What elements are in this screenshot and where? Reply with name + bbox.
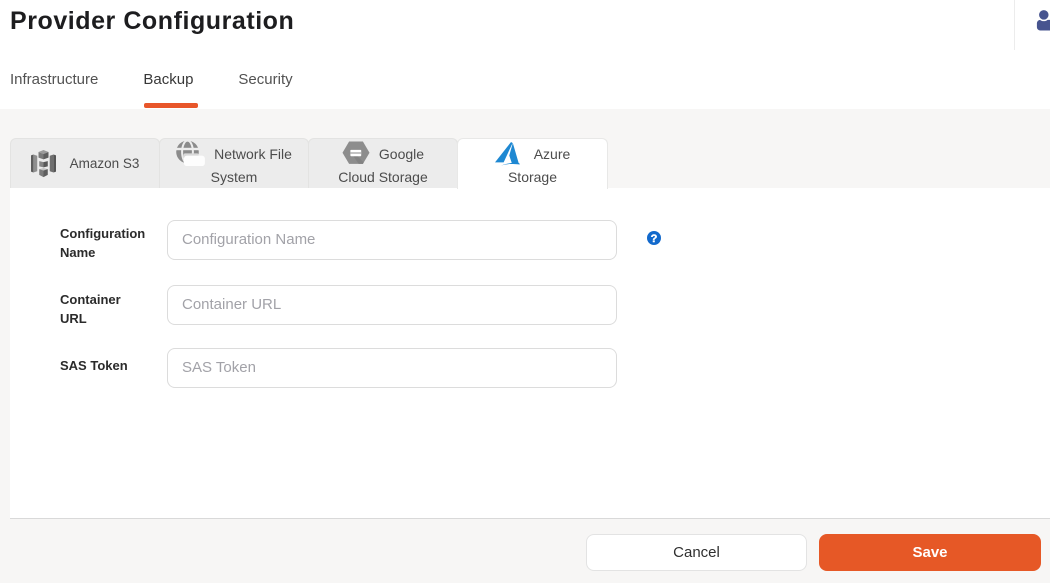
svg-text:?: ? (651, 233, 658, 245)
